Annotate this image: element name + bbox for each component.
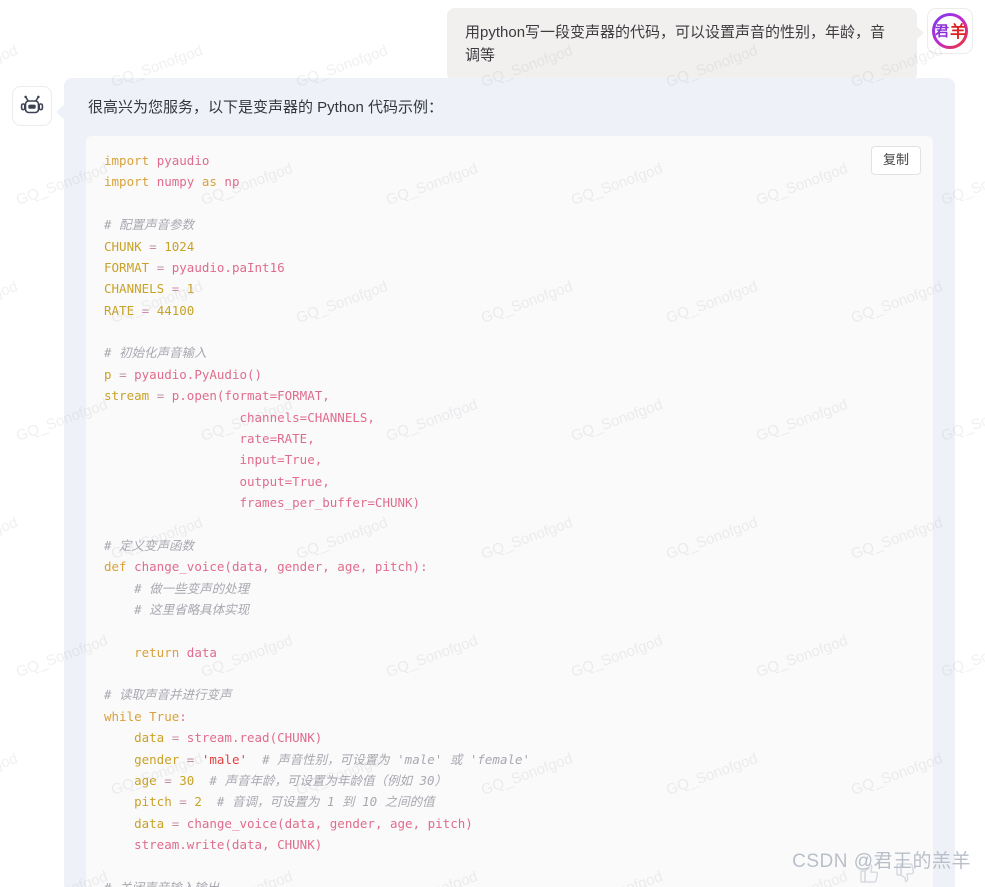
robot-icon xyxy=(20,95,44,114)
assistant-avatar xyxy=(12,86,52,126)
user-logo-icon: 君 羊 xyxy=(932,13,968,49)
assistant-message-row: 很高兴为您服务，以下是变声器的 Python 代码示例： 复制 import p… xyxy=(12,78,955,887)
user-avatar[interactable]: 君 羊 xyxy=(927,8,973,54)
chat-page: 用python写一段变声器的代码，可以设置声音的性别，年龄，音调等 君 羊 很高… xyxy=(0,0,985,887)
code-block: 复制 import pyaudio import numpy as np # 配… xyxy=(86,136,933,887)
svg-text:羊: 羊 xyxy=(950,22,966,41)
copy-code-button[interactable]: 复制 xyxy=(870,146,921,175)
user-message-bubble: 用python写一段变声器的代码，可以设置声音的性别，年龄，音调等 xyxy=(447,8,924,81)
assistant-message-bubble: 很高兴为您服务，以下是变声器的 Python 代码示例： 复制 import p… xyxy=(56,78,955,887)
code-content: import pyaudio import numpy as np # 配置声音… xyxy=(104,153,531,887)
svg-text:君: 君 xyxy=(934,24,949,40)
assistant-intro-text: 很高兴为您服务，以下是变声器的 Python 代码示例： xyxy=(88,99,444,116)
user-message-row: 用python写一段变声器的代码，可以设置声音的性别，年龄，音调等 君 羊 xyxy=(447,8,973,81)
csdn-watermark: CSDN @君王的羔羊 xyxy=(792,851,971,872)
